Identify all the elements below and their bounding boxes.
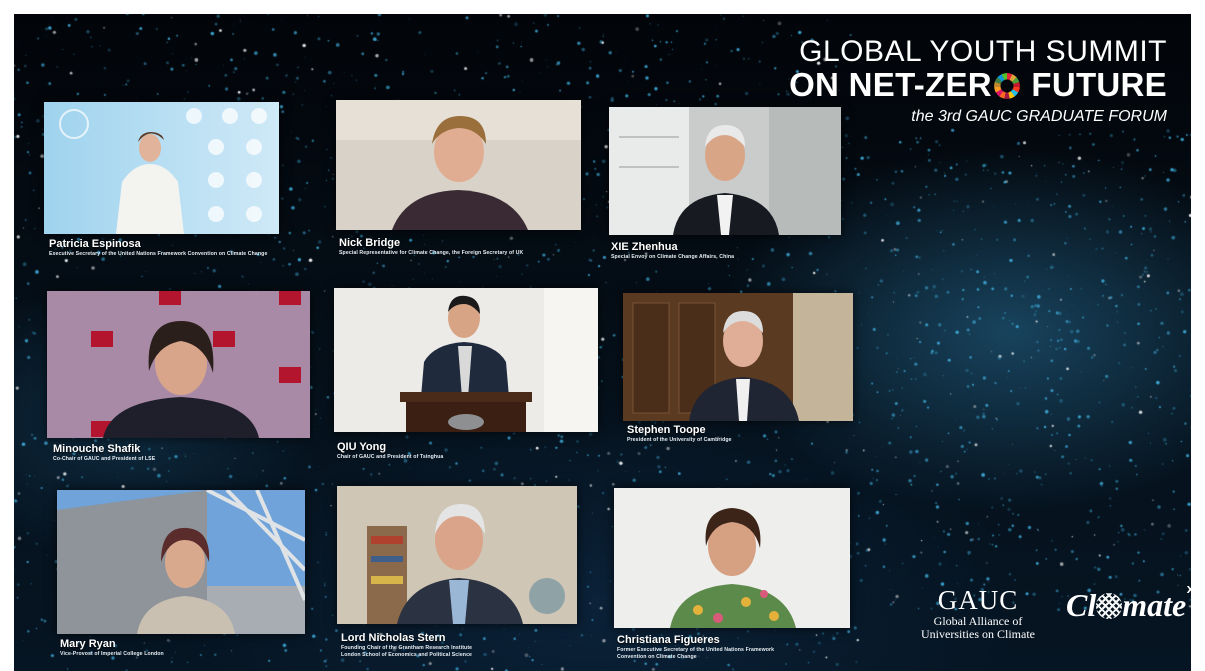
speaker-caption: Lord Nicholas Stern Founding Chair of th… <box>341 632 472 659</box>
climatex-logo: Cl mate x <box>1066 581 1196 631</box>
speaker-caption: Nick Bridge Special Representative for C… <box>339 237 523 257</box>
speaker-name: Lord Nicholas Stern <box>341 632 446 644</box>
climatex-text-a: Cl <box>1066 587 1097 623</box>
speaker-caption: Minouche Shafik Co-Chair of GAUC and Pre… <box>53 443 155 463</box>
video-tile[interactable]: Lord Nicholas Stern Founding Chair of th… <box>337 486 597 666</box>
speaker-video <box>614 488 850 628</box>
speaker-portrait <box>336 100 581 230</box>
speaker-video <box>44 102 279 234</box>
sdg-wheel-icon <box>993 73 1020 99</box>
speaker-portrait <box>334 288 598 432</box>
gauc-mark: GAUC <box>937 585 1019 615</box>
speaker-name: Patricia Espinosa <box>49 238 141 250</box>
speaker-video <box>334 288 598 432</box>
title-line-1: GLOBAL YOUTH SUMMIT <box>799 35 1167 68</box>
speaker-role: Co-Chair of GAUC and President of LSE <box>53 456 156 462</box>
gauc-line-2: Universities on Climate <box>921 627 1035 641</box>
speaker-portrait <box>47 291 310 438</box>
speaker-name: QIU Yong <box>337 441 387 453</box>
speaker-role-line2: London School of Economics and Political… <box>341 652 473 658</box>
speaker-role: Chair of GAUC and President of Tsinghua <box>337 454 444 460</box>
speaker-role: Former Executive Secretary of the United… <box>617 647 775 653</box>
speaker-name: Mary Ryan <box>60 638 116 650</box>
speaker-caption: Christiana Figueres Former Executive Sec… <box>617 634 774 661</box>
speaker-role: Executive Secretary of the United Nation… <box>49 251 268 257</box>
speaker-portrait <box>44 102 279 234</box>
climatex-x: x <box>1186 581 1194 596</box>
video-tile[interactable]: XIE Zhenhua Special Envoy on Climate Cha… <box>609 107 859 267</box>
speaker-name: Nick Bridge <box>339 237 401 249</box>
speaker-role: Founding Chair of the Grantham Research … <box>341 645 473 651</box>
summit-screen: GLOBAL YOUTH SUMMIT ON NET-ZER FUTURE th… <box>0 0 1205 671</box>
speaker-caption: XIE Zhenhua Special Envoy on Climate Cha… <box>611 241 734 261</box>
speaker-video <box>47 291 310 438</box>
speaker-name: Stephen Toope <box>627 424 706 436</box>
event-subtitle: the 3rd GAUC GRADUATE FORUM <box>911 108 1167 125</box>
speaker-video <box>57 490 305 634</box>
speaker-caption: Patricia Espinosa Executive Secretary of… <box>49 238 267 258</box>
speaker-portrait <box>623 293 853 421</box>
speaker-role: Vice-Provost of Imperial College London <box>60 651 164 657</box>
speaker-role: Special Envoy on Climate Change Affairs,… <box>611 254 735 260</box>
speaker-caption: Stephen Toope President of the Universit… <box>627 424 732 444</box>
speaker-caption: QIU Yong Chair of GAUC and President of … <box>337 441 443 461</box>
video-tile[interactable]: Nick Bridge Special Representative for C… <box>336 100 604 265</box>
video-tile[interactable]: Patricia Espinosa Executive Secretary of… <box>44 102 312 267</box>
climatex-text-b: mate <box>1122 587 1187 623</box>
gauc-logo: GAUC Global Alliance of Universities on … <box>903 585 1053 641</box>
video-tile[interactable]: Mary Ryan Vice-Provost of Imperial Colle… <box>57 490 317 665</box>
speaker-portrait <box>614 488 850 628</box>
speaker-role-line2: Convention on Climate Change <box>617 654 697 660</box>
speaker-video <box>623 293 853 421</box>
speaker-video <box>336 100 581 230</box>
speaker-name: Minouche Shafik <box>53 443 141 455</box>
speaker-portrait <box>57 490 305 634</box>
video-tile[interactable]: Stephen Toope President of the Universit… <box>623 293 873 463</box>
speaker-video <box>337 486 577 624</box>
speaker-role: Special Representative for Climate Chang… <box>339 250 524 256</box>
video-tile[interactable]: QIU Yong Chair of GAUC and President of … <box>334 288 602 468</box>
speaker-name: XIE Zhenhua <box>611 241 678 253</box>
video-tile[interactable]: Minouche Shafik Co-Chair of GAUC and Pre… <box>47 291 315 471</box>
speaker-name: Christiana Figueres <box>617 634 720 646</box>
event-title: GLOBAL YOUTH SUMMIT ON NET-ZER FUTURE th… <box>789 36 1167 130</box>
video-tile[interactable]: Christiana Figueres Former Executive Sec… <box>614 488 874 668</box>
speaker-role: President of the University of Cambridge <box>627 437 732 443</box>
title-line-2: ON NET-ZER FUTURE <box>789 66 1167 103</box>
speaker-caption: Mary Ryan Vice-Provost of Imperial Colle… <box>60 638 164 658</box>
speaker-portrait <box>337 486 577 624</box>
globe-icon <box>1096 593 1123 619</box>
